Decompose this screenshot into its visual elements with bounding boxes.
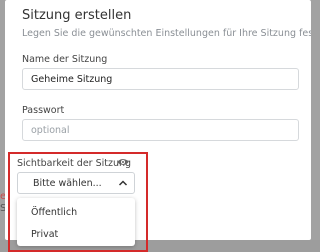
backdrop-right (311, 0, 320, 240)
password-input[interactable] (22, 119, 299, 141)
modal-subtitle: Legen Sie die gewünschten Einstellungen … (22, 28, 311, 39)
session-name-label: Name der Sitzung (22, 54, 108, 65)
password-label: Passwort (22, 105, 65, 116)
session-name-input[interactable] (22, 68, 299, 90)
highlight-box (8, 152, 148, 252)
modal-title: Sitzung erstellen (22, 8, 132, 23)
